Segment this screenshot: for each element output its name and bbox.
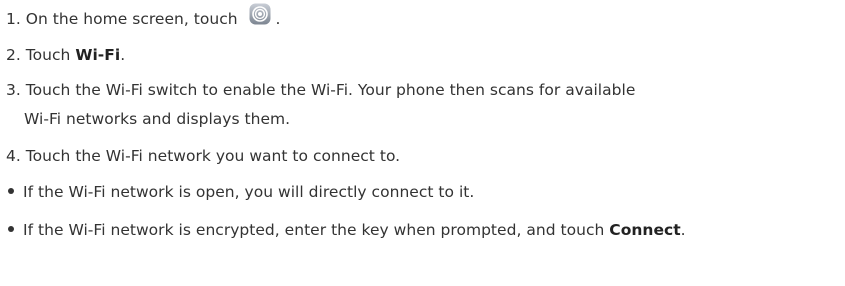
step-3-number: 3. (6, 81, 21, 99)
bullet-encrypted-network: If the Wi-Fi network is encrypted, enter… (6, 219, 686, 241)
step-4-number: 4. (6, 147, 21, 165)
step-1-number: 1. (6, 10, 21, 28)
bullet-dot-icon (8, 187, 14, 194)
step-1-period: . (275, 10, 281, 28)
step-2-wifi-label: Wi-Fi (75, 46, 121, 64)
instruction-document: 1. On the home screen, touch . 2. Touch … (0, 0, 845, 286)
step-3-line-2: Wi-Fi networks and displays them. (24, 108, 290, 130)
step-3-line-1: 3. Touch the Wi-Fi switch to enable the … (6, 79, 635, 101)
step-1: 1. On the home screen, touch . (6, 3, 281, 31)
step-3-continuation: Wi-Fi networks and displays them. (24, 110, 291, 128)
step-3-text: Touch the Wi-Fi switch to enable the Wi-… (25, 81, 636, 99)
connect-label: Connect (609, 221, 681, 239)
step-2-number: 2. (6, 46, 21, 64)
step-2-period: . (120, 46, 126, 64)
bullet-encrypted-period: . (680, 221, 686, 239)
bullet-dot-icon (8, 225, 14, 232)
step-4-text: Touch the Wi-Fi network you want to conn… (25, 147, 401, 165)
step-1-text: On the home screen, touch (25, 10, 238, 28)
step-4: 4. Touch the Wi-Fi network you want to c… (6, 145, 400, 167)
bullet-open-network-text: If the Wi-Fi network is open, you will d… (23, 183, 475, 201)
settings-icon (249, 3, 271, 24)
bullet-open-network: If the Wi-Fi network is open, you will d… (6, 181, 474, 203)
step-2-text: Touch (25, 46, 76, 64)
step-2: 2. Touch Wi-Fi. (6, 44, 125, 66)
bullet-encrypted-text: If the Wi-Fi network is encrypted, enter… (23, 221, 610, 239)
